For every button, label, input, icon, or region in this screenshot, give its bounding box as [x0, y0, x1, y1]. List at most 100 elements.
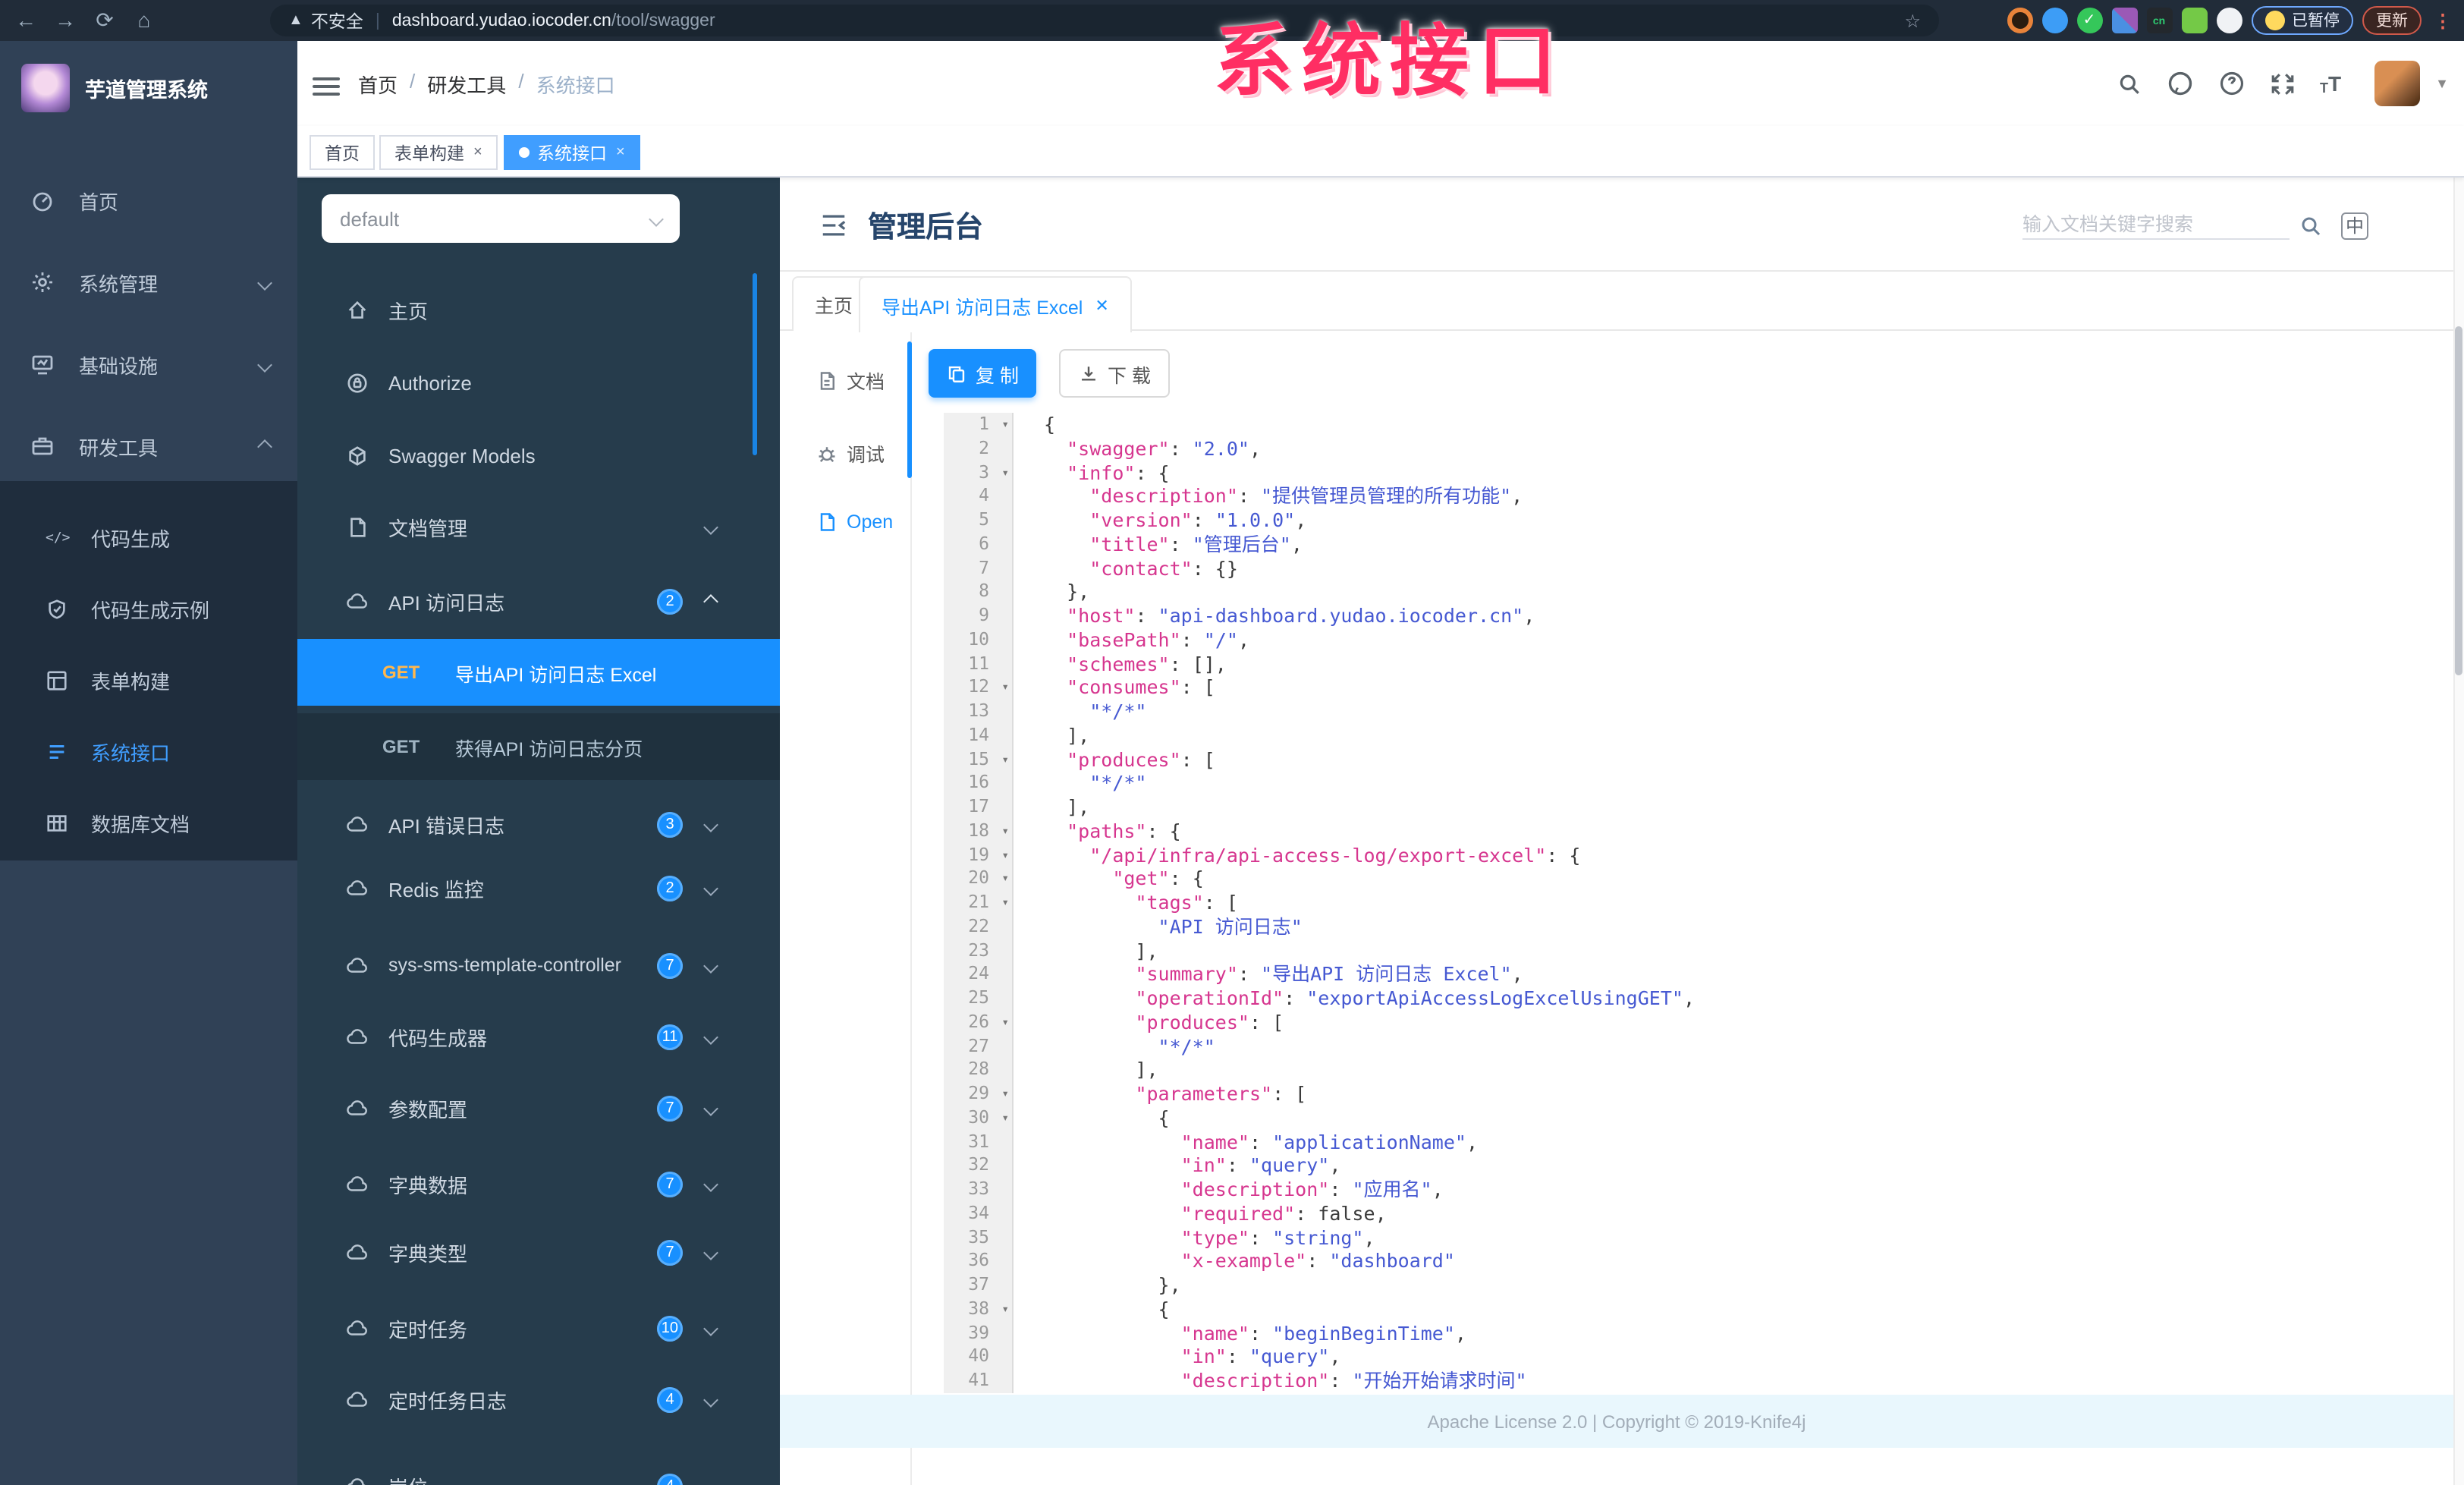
api-group-redis[interactable]: Redis 监控 2 — [297, 857, 780, 918]
sidebar-item-system[interactable]: 系统管理 — [0, 247, 297, 317]
line-number[interactable]: 39 — [944, 1321, 1014, 1345]
line-number[interactable]: 20 ▾ — [944, 867, 1014, 892]
api-group-sms-template[interactable]: sys-sms-template-controller 7 — [297, 935, 780, 996]
api-group-select[interactable]: default — [322, 194, 680, 243]
avatar[interactable] — [2374, 61, 2421, 106]
line-number[interactable]: 7 — [944, 556, 1014, 580]
line-number[interactable]: 24 — [944, 962, 1014, 986]
fullscreen-icon[interactable] — [2270, 71, 2296, 96]
line-number[interactable]: 14 — [944, 723, 1014, 747]
fold-caret-icon[interactable]: ▾ — [1001, 461, 1009, 485]
line-number[interactable]: 36 — [944, 1249, 1014, 1273]
line-number[interactable]: 26 ▾ — [944, 1010, 1014, 1035]
side-tab-debug[interactable]: 调试 — [816, 439, 885, 467]
fold-caret-icon[interactable]: ▾ — [1001, 1011, 1009, 1035]
api-operation-export-excel[interactable]: GET 导出API 访问日志 Excel — [297, 639, 780, 706]
line-number[interactable]: 13 — [944, 700, 1014, 724]
line-number[interactable]: 23 — [944, 939, 1014, 963]
search-icon[interactable] — [2299, 214, 2323, 238]
help-icon[interactable] — [2218, 70, 2246, 97]
api-group-error-log[interactable]: API 错误日志 3 — [297, 794, 780, 854]
line-number[interactable]: 40 — [944, 1345, 1014, 1369]
line-number[interactable]: 10 — [944, 628, 1014, 652]
line-number[interactable]: 28 — [944, 1058, 1014, 1082]
bookmark-star-icon[interactable]: ☆ — [1904, 10, 1921, 31]
line-number[interactable]: 18 ▾ — [944, 819, 1014, 844]
sidebar-item-devtools[interactable]: 研发工具 — [0, 411, 297, 481]
line-number[interactable]: 35 — [944, 1225, 1014, 1250]
extension-grid-icon[interactable] — [2111, 8, 2137, 33]
line-number[interactable]: 34 — [944, 1201, 1014, 1225]
fold-caret-icon[interactable]: ▾ — [1001, 1082, 1009, 1106]
line-number[interactable]: 1 ▾ — [944, 413, 1014, 437]
line-number[interactable]: 29 ▾ — [944, 1082, 1014, 1106]
caret-down-icon[interactable]: ▼ — [2435, 76, 2449, 91]
api-group-post[interactable]: 岗位 4 — [297, 1455, 780, 1485]
tag-home[interactable]: 首页 — [310, 135, 375, 170]
copy-button[interactable]: 复 制 — [929, 349, 1037, 398]
api-group-cron-job[interactable]: 定时任务 10 — [297, 1298, 780, 1358]
breadcrumb-devtools[interactable]: 研发工具 — [427, 70, 506, 99]
line-number[interactable]: 33 — [944, 1178, 1014, 1202]
scrollbar-thumb[interactable] — [2455, 326, 2462, 675]
swagger-nav-home[interactable]: 主页 — [297, 279, 780, 340]
api-group-dict-data[interactable]: 字典数据 7 — [297, 1153, 780, 1214]
line-number[interactable]: 15 ▾ — [944, 747, 1014, 772]
line-number[interactable]: 25 — [944, 986, 1014, 1011]
github-icon[interactable] — [2167, 70, 2194, 97]
line-number[interactable]: 31 — [944, 1130, 1014, 1154]
line-number[interactable]: 2 — [944, 436, 1014, 461]
sidebar-scrollbar-thumb[interactable] — [753, 273, 757, 455]
line-number[interactable]: 30 ▾ — [944, 1106, 1014, 1130]
sidebar-item-form-builder[interactable]: 表单构建 — [0, 645, 297, 716]
search-input[interactable] — [2022, 211, 2290, 240]
line-number[interactable]: 11 — [944, 652, 1014, 676]
line-number[interactable]: 32 — [944, 1153, 1014, 1178]
swagger-nav-doc-manage[interactable]: 文档管理 — [297, 496, 780, 557]
search-icon[interactable] — [2117, 71, 2142, 96]
sidebar-item-home[interactable]: 首页 — [0, 165, 297, 235]
close-icon[interactable]: ✕ — [1095, 295, 1108, 315]
line-number[interactable]: 3 ▾ — [944, 461, 1014, 485]
tab-export-excel[interactable]: 导出API 访问日志 Excel ✕ — [859, 276, 1132, 332]
menu-fold-icon[interactable] — [819, 211, 848, 240]
fold-caret-icon[interactable]: ▾ — [1001, 747, 1009, 772]
fold-caret-icon[interactable]: ▾ — [1001, 867, 1009, 892]
extension-icon[interactable] — [2041, 8, 2067, 33]
swagger-nav-models[interactable]: Swagger Models — [297, 425, 780, 486]
api-group-config[interactable]: 参数配置 7 — [297, 1078, 780, 1138]
fold-caret-icon[interactable]: ▾ — [1001, 843, 1009, 867]
line-number[interactable]: 38 ▾ — [944, 1297, 1014, 1321]
hamburger-icon[interactable] — [313, 73, 340, 100]
extension-star-icon[interactable] — [2216, 8, 2242, 33]
line-number[interactable]: 19 ▾ — [944, 843, 1014, 867]
fold-caret-icon[interactable]: ▾ — [1001, 676, 1009, 700]
forward-icon[interactable]: → — [46, 0, 85, 41]
line-number[interactable]: 27 — [944, 1034, 1014, 1059]
api-group-access-log[interactable]: API 访问日志 2 — [297, 571, 780, 631]
api-group-dict-type[interactable]: 字典类型 7 — [297, 1222, 780, 1282]
nav-scrollbar-thumb[interactable] — [907, 341, 912, 478]
font-size-icon[interactable]: TT — [2320, 71, 2341, 96]
close-icon[interactable]: × — [473, 144, 482, 161]
sidebar-item-infra[interactable]: 基础设施 — [0, 329, 297, 399]
line-number[interactable]: 12 ▾ — [944, 675, 1014, 700]
extension-icon[interactable] — [2007, 8, 2032, 33]
close-icon[interactable]: × — [616, 144, 625, 161]
json-code-editor[interactable]: 1 ▾{2 "swagger": "2.0", 3 ▾ "info": {4 "des… — [944, 413, 2453, 1395]
line-number[interactable]: 41 — [944, 1369, 1014, 1393]
sidebar-item-codegen-demo[interactable]: 代码生成示例 — [0, 574, 297, 645]
line-number[interactable]: 37 — [944, 1273, 1014, 1298]
fold-caret-icon[interactable]: ▾ — [1001, 820, 1009, 844]
api-group-cron-log[interactable]: 定时任务日志 4 — [297, 1369, 780, 1430]
tag-system-api[interactable]: 系统接口 × — [504, 135, 640, 170]
line-number[interactable]: 17 — [944, 795, 1014, 820]
language-toggle[interactable]: 中 — [2341, 212, 2368, 240]
line-number[interactable]: 6 — [944, 532, 1014, 556]
home-icon[interactable]: ⌂ — [124, 0, 164, 41]
line-number[interactable]: 5 — [944, 508, 1014, 533]
extension-check-icon[interactable]: ✓ — [2076, 8, 2102, 33]
side-tab-doc[interactable]: 文档 — [816, 366, 885, 395]
extension-leaf-icon[interactable] — [2181, 8, 2207, 33]
browser-menu-icon[interactable]: ⋮ — [2434, 10, 2452, 31]
